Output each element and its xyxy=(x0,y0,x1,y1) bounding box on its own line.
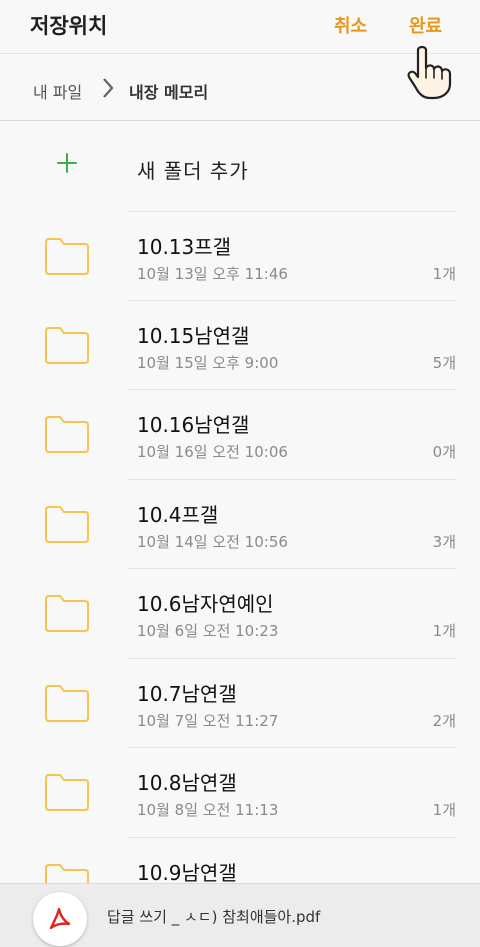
folder-name: 10.15남연갤 xyxy=(137,324,250,348)
folder-name: 10.7남연갤 xyxy=(137,682,237,706)
folder-icon xyxy=(45,327,89,364)
folder-row[interactable]: 10.8남연갤 10월 8일 오전 11:13 1개 xyxy=(0,747,480,836)
folder-row[interactable]: 10.6남자연예인 10월 6일 오전 10:23 1개 xyxy=(0,568,480,657)
divider xyxy=(128,389,456,390)
divider xyxy=(128,837,456,838)
folder-row[interactable]: 10.13프갤 10월 13일 오후 11:46 1개 xyxy=(0,211,480,300)
folder-date: 10월 8일 오전 11:13 xyxy=(137,801,279,819)
folder-item-count: 3개 xyxy=(432,533,456,551)
folder-name: 10.16남연갤 xyxy=(137,413,250,437)
folder-name: 10.4프갤 xyxy=(137,503,219,527)
add-folder-button[interactable]: 새 폴더 추가 xyxy=(0,122,480,212)
folder-icon xyxy=(45,506,89,543)
divider xyxy=(128,747,456,748)
folder-icon xyxy=(45,416,89,453)
plus-icon xyxy=(57,153,77,173)
breadcrumb: 내 파일 내장 메모리 xyxy=(0,55,480,121)
folder-row[interactable]: 10.16남연갤 10월 16일 오전 10:06 0개 xyxy=(0,389,480,478)
divider xyxy=(128,568,456,569)
divider xyxy=(128,479,456,480)
folder-item-count: 1개 xyxy=(432,622,456,640)
folder-row[interactable]: 10.15남연갤 10월 15일 오후 9:00 5개 xyxy=(0,300,480,389)
file-name: 답글 쓰기 _ ㅅㄷ) 참최애들아.pdf xyxy=(107,908,321,926)
cancel-button[interactable]: 취소 xyxy=(334,12,367,38)
divider xyxy=(128,300,456,301)
folder-date: 10월 16일 오전 10:06 xyxy=(137,443,288,461)
folder-icon xyxy=(45,774,89,811)
folder-row[interactable]: 10.7남연갤 10월 7일 오전 11:27 2개 xyxy=(0,658,480,747)
divider xyxy=(128,211,456,212)
folder-item-count: 1개 xyxy=(432,265,456,283)
divider xyxy=(128,658,456,659)
folder-item-count: 1개 xyxy=(432,801,456,819)
folder-item-count: 5개 xyxy=(432,354,456,372)
acrobat-logo-icon xyxy=(49,907,71,930)
folder-item-count: 0개 xyxy=(432,443,456,461)
folder-date: 10월 15일 오후 9:00 xyxy=(137,354,279,372)
done-button[interactable]: 완료 xyxy=(409,12,442,38)
folder-name: 10.6남자연예인 xyxy=(137,592,274,616)
folder-date: 10월 7일 오전 11:27 xyxy=(137,712,279,730)
chevron-right-icon xyxy=(103,78,114,98)
add-folder-label: 새 폴더 추가 xyxy=(137,159,249,183)
folder-date: 10월 14일 오전 10:56 xyxy=(137,533,288,551)
folder-name: 10.9남연갤 xyxy=(137,861,237,885)
folder-item-count: 2개 xyxy=(432,712,456,730)
folder-icon xyxy=(45,595,89,632)
pdf-icon xyxy=(33,892,87,946)
selected-file-bar: 답글 쓰기 _ ㅅㄷ) 참최애들아.pdf xyxy=(0,883,480,947)
breadcrumb-my-files[interactable]: 내 파일 xyxy=(33,79,82,103)
breadcrumb-internal-storage: 내장 메모리 xyxy=(129,83,209,102)
folder-icon xyxy=(45,685,89,722)
folder-date: 10월 13일 오후 11:46 xyxy=(137,265,288,283)
folder-row[interactable]: 10.4프갤 10월 14일 오전 10:56 3개 xyxy=(0,479,480,568)
folder-icon xyxy=(45,238,89,275)
folder-name: 10.13프갤 xyxy=(137,235,232,259)
page-title: 저장위치 xyxy=(30,14,108,38)
folder-date: 10월 6일 오전 10:23 xyxy=(137,622,279,640)
folder-name: 10.8남연갤 xyxy=(137,771,237,795)
